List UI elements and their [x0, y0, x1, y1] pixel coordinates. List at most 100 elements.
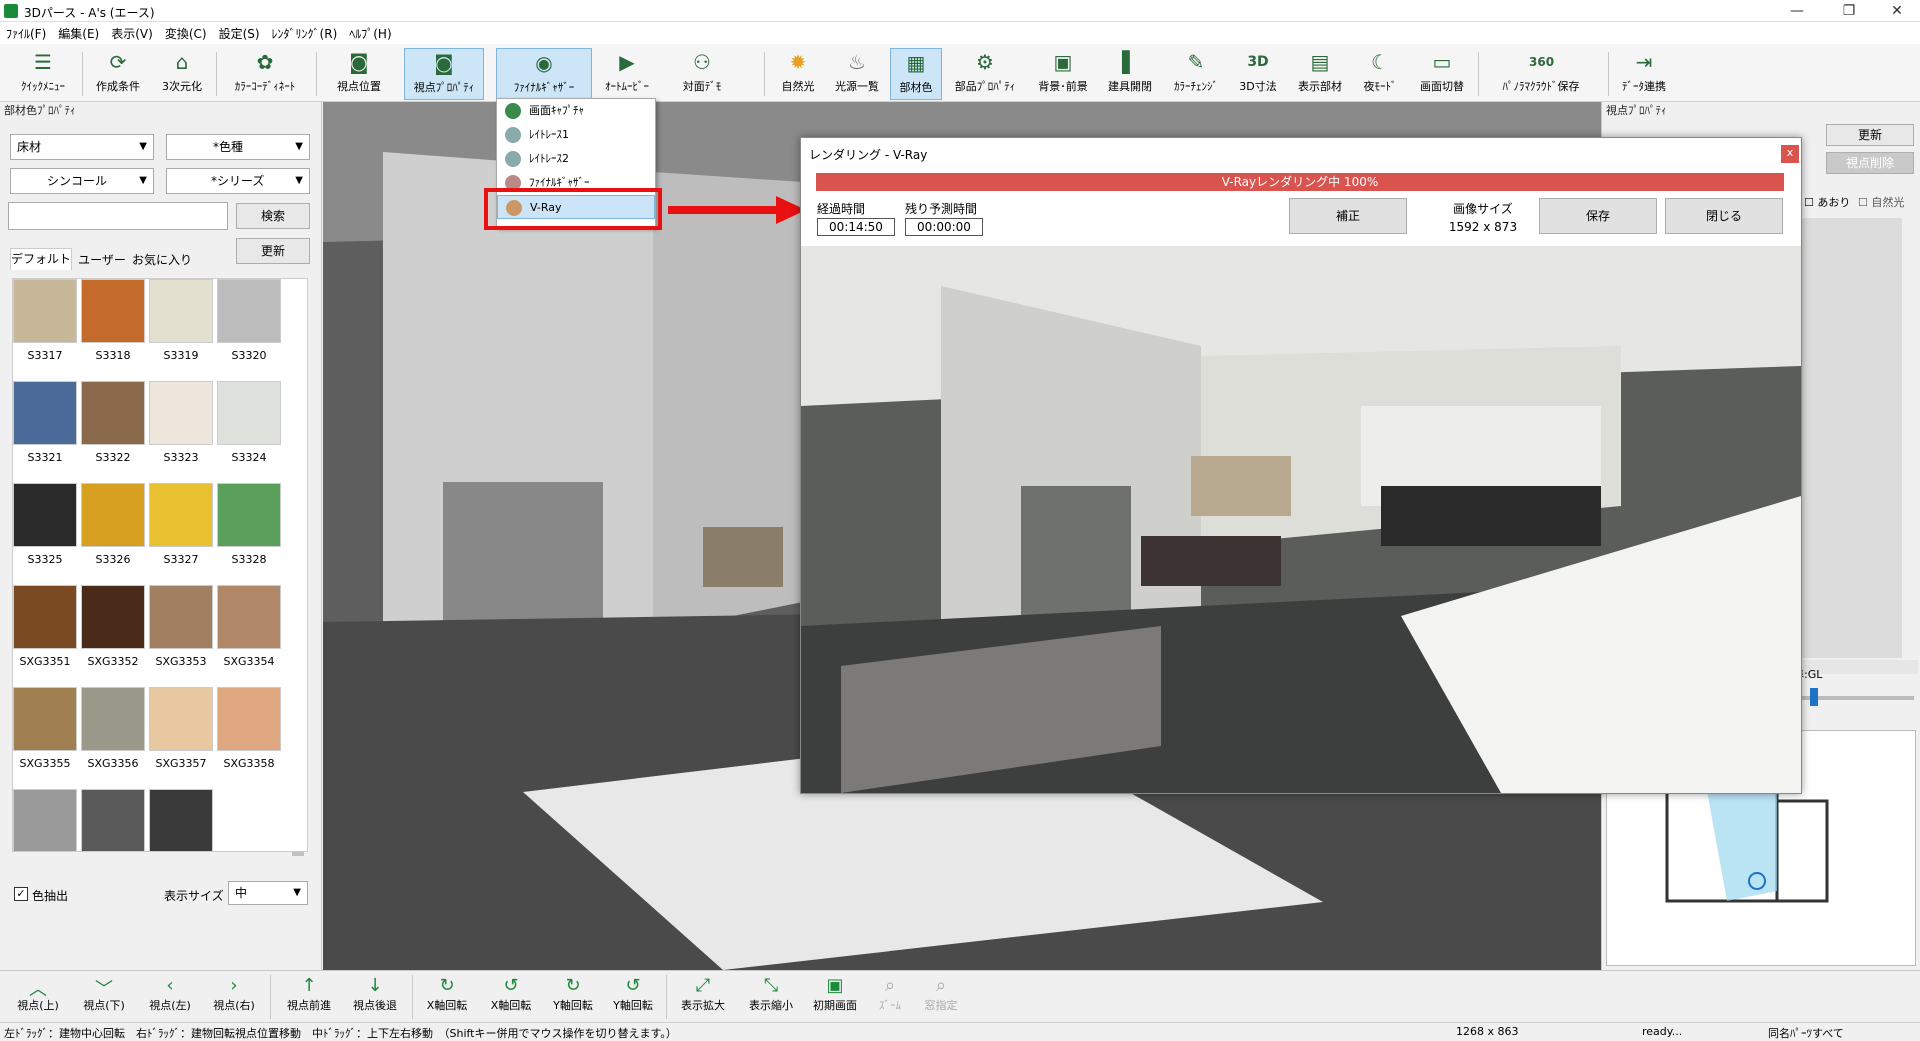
swatch-item[interactable]: S3318	[81, 279, 145, 379]
update-button[interactable]: 更新	[236, 238, 310, 264]
part-color-button[interactable]: ▦ 部材色	[890, 48, 942, 100]
light-list-button[interactable]: ♨ 光源一覧	[826, 48, 888, 100]
swatch-item[interactable]: SXG3358	[217, 687, 281, 787]
screen-switch-button[interactable]: ▭ 画面切替	[1412, 48, 1472, 100]
swatch-item[interactable]: SXG3361	[149, 789, 213, 851]
swatch-item[interactable]: SXG3351	[13, 585, 77, 685]
make-3d-button[interactable]: ⌂ 3次元化	[152, 48, 212, 100]
natural-light-button[interactable]: ✹ 自然光	[774, 48, 822, 100]
menu-item-raytrace-2[interactable]: ﾚｲﾄﾚｰｽ2	[497, 147, 655, 171]
swatch-item[interactable]: SXG3359	[13, 789, 77, 851]
close-icon[interactable]: x	[1781, 145, 1799, 163]
swatch-item[interactable]: SXG3356	[81, 687, 145, 787]
swatch-item[interactable]: S3317	[13, 279, 77, 379]
panorama-cloud-save-button[interactable]: 360 ﾊﾟﾉﾗﾏｸﾗｳﾄﾞ保存	[1486, 48, 1596, 100]
menu-convert[interactable]: 変換(C)	[159, 22, 213, 45]
correct-button[interactable]: 補正	[1289, 198, 1407, 234]
chevron-up-icon: ︿	[29, 979, 47, 1000]
view-down-button[interactable]: ﹀ 視点(下)	[76, 975, 132, 1021]
color-extract-checkbox[interactable]: ✓	[14, 887, 28, 901]
swatch-item[interactable]: SXG3354	[217, 585, 281, 685]
swatch-item[interactable]: S3323	[149, 381, 213, 481]
image-icon: ▣	[1053, 50, 1073, 74]
y-rotate-left-button[interactable]: ↻ Y軸回転	[544, 975, 602, 1021]
3d-dimension-button[interactable]: 3D 3D寸法	[1232, 48, 1284, 100]
swatch-item[interactable]: S3328	[217, 483, 281, 583]
swatch-item[interactable]: SXG3352	[81, 585, 145, 685]
data-link-button[interactable]: ⇥ ﾃﾞｰﾀ連携	[1614, 48, 1674, 100]
tilt-checkbox[interactable]: ☐ あおり	[1804, 194, 1850, 210]
color-change-button[interactable]: ✎ ｶﾗｰﾁｪﾝｼﾞ	[1164, 48, 1228, 100]
swatch-item[interactable]: S3321	[13, 381, 77, 481]
minimize-button[interactable]: —	[1774, 0, 1820, 22]
tab-favorites[interactable]: お気に入り	[130, 250, 194, 270]
view-up-button[interactable]: ︿ 視点(上)	[10, 975, 66, 1021]
menu-settings[interactable]: 設定(S)	[213, 22, 266, 45]
maker-select[interactable]: シンコール ▼	[10, 168, 154, 194]
swatch-item[interactable]: S3327	[149, 483, 213, 583]
series-select[interactable]: *シリーズ ▼	[166, 168, 310, 194]
menu-item-raytrace-1[interactable]: ﾚｲﾄﾚｰｽ1	[497, 123, 655, 147]
tab-user[interactable]: ユーザー	[74, 250, 130, 270]
menu-item-screen-capture[interactable]: 画面ｷｬﾌﾟﾁｬ	[497, 99, 655, 123]
menu-view[interactable]: 表示(V)	[105, 22, 159, 45]
search-button[interactable]: 検索	[236, 203, 310, 229]
zoom-button[interactable]: ⌕ ｽﾞｰﾑ	[870, 975, 910, 1021]
y-rotate-right-button[interactable]: ↺ Y軸回転	[604, 975, 662, 1021]
swatch-item[interactable]: SXG3360	[81, 789, 145, 851]
maximize-button[interactable]: ❐	[1826, 0, 1872, 22]
part-property-button[interactable]: ⚙ 部品ﾌﾟﾛﾊﾟﾃｨ	[950, 48, 1020, 100]
zoom-window-icon: ⌕	[935, 975, 947, 996]
close-dialog-button[interactable]: 閉じる	[1665, 198, 1783, 234]
menu-rendering[interactable]: ﾚﾝﾀﾞﾘﾝｸﾞ(R)	[266, 22, 344, 45]
view-left-button[interactable]: ‹ 視点(左)	[142, 975, 198, 1021]
tab-default[interactable]: デフォルト	[10, 248, 72, 270]
swatch-item[interactable]: S3319	[149, 279, 213, 379]
swatch-label: SXG3358	[223, 757, 275, 770]
view-right-button[interactable]: › 視点(右)	[206, 975, 262, 1021]
swatch-item[interactable]: S3320	[217, 279, 281, 379]
initial-view-button[interactable]: ▣ 初期画面	[806, 975, 864, 1021]
move-forward-button[interactable]: ↑ 視点前進	[278, 975, 340, 1021]
display-parts-button[interactable]: ▤ 表示部材	[1292, 48, 1348, 100]
zoom-in-button[interactable]: ⤢ 表示拡大	[672, 975, 734, 1021]
viewpoint-property-button[interactable]: ◙ 視点ﾌﾟﾛﾊﾟﾃｨ	[404, 48, 484, 100]
menu-edit[interactable]: 編集(E)	[52, 22, 105, 45]
swatch-item[interactable]: S3322	[81, 381, 145, 481]
x-rotate-down-button[interactable]: ↺ X軸回転	[482, 975, 540, 1021]
background-button[interactable]: ▣ 背景･前景	[1032, 48, 1094, 100]
update-button[interactable]: 更新	[1826, 124, 1914, 146]
door-open-button[interactable]: ▌ 建具開閉	[1102, 48, 1158, 100]
natural-light-checkbox[interactable]: ☐ 自然光	[1858, 194, 1904, 210]
menu-help[interactable]: ﾍﾙﾌﾟ(H)	[343, 22, 397, 45]
close-button[interactable]: ✕	[1874, 0, 1920, 22]
move-back-button[interactable]: ↓ 視点後退	[344, 975, 406, 1021]
swatch-item[interactable]: S3325	[13, 483, 77, 583]
swatch-item[interactable]: SXG3357	[149, 687, 213, 787]
swatch-item[interactable]: SXG3355	[13, 687, 77, 787]
quick-menu-button[interactable]: ☰ ｸｲｯｸﾒﾆｭｰ	[6, 48, 80, 100]
material-select[interactable]: 床材 ▼	[10, 134, 154, 160]
swatch-item[interactable]: SXG3353	[149, 585, 213, 685]
menu-file[interactable]: ﾌｧｲﾙ(F)	[0, 22, 52, 45]
delete-viewpoint-button[interactable]: 視点削除	[1826, 152, 1914, 174]
swatch-item[interactable]: S3326	[81, 483, 145, 583]
search-input[interactable]	[8, 202, 228, 230]
menu-icon: ☰	[34, 50, 52, 74]
save-button[interactable]: 保存	[1539, 198, 1657, 234]
viewpoint-position-button[interactable]: ◙ 視点位置	[324, 48, 394, 100]
zoom-out-button[interactable]: ⤡ 表示縮小	[740, 975, 802, 1021]
dialog-title: レンダリング - V-Ray	[809, 148, 928, 162]
create-conditions-button[interactable]: ⟳ 作成条件	[88, 48, 148, 100]
x-rotate-up-button[interactable]: ↻ X軸回転	[418, 975, 476, 1021]
final-gather-button[interactable]: ◉ ﾌｧｲﾅﾙｷﾞｬｻﾞｰ	[496, 48, 592, 100]
auto-movie-button[interactable]: ▶ ｵｰﾄﾑｰﾋﾞｰ	[602, 48, 652, 100]
night-mode-button[interactable]: ☾ 夜ﾓｰﾄﾞ	[1356, 48, 1404, 100]
window-zoom-button[interactable]: ⌕ 窓指定	[916, 975, 966, 1021]
slider-thumb[interactable]	[1810, 688, 1818, 706]
display-size-select[interactable]: 中 ▼	[228, 881, 308, 905]
color-type-select[interactable]: *色種 ▼	[166, 134, 310, 160]
swatch-item[interactable]: S3324	[217, 381, 281, 481]
face-demo-button[interactable]: ⚇ 対面ﾃﾞﾓ	[674, 48, 730, 100]
color-coordinate-button[interactable]: ✿ ｶﾗｰｺｰﾃﾞｨﾈｰﾄ	[222, 48, 308, 100]
